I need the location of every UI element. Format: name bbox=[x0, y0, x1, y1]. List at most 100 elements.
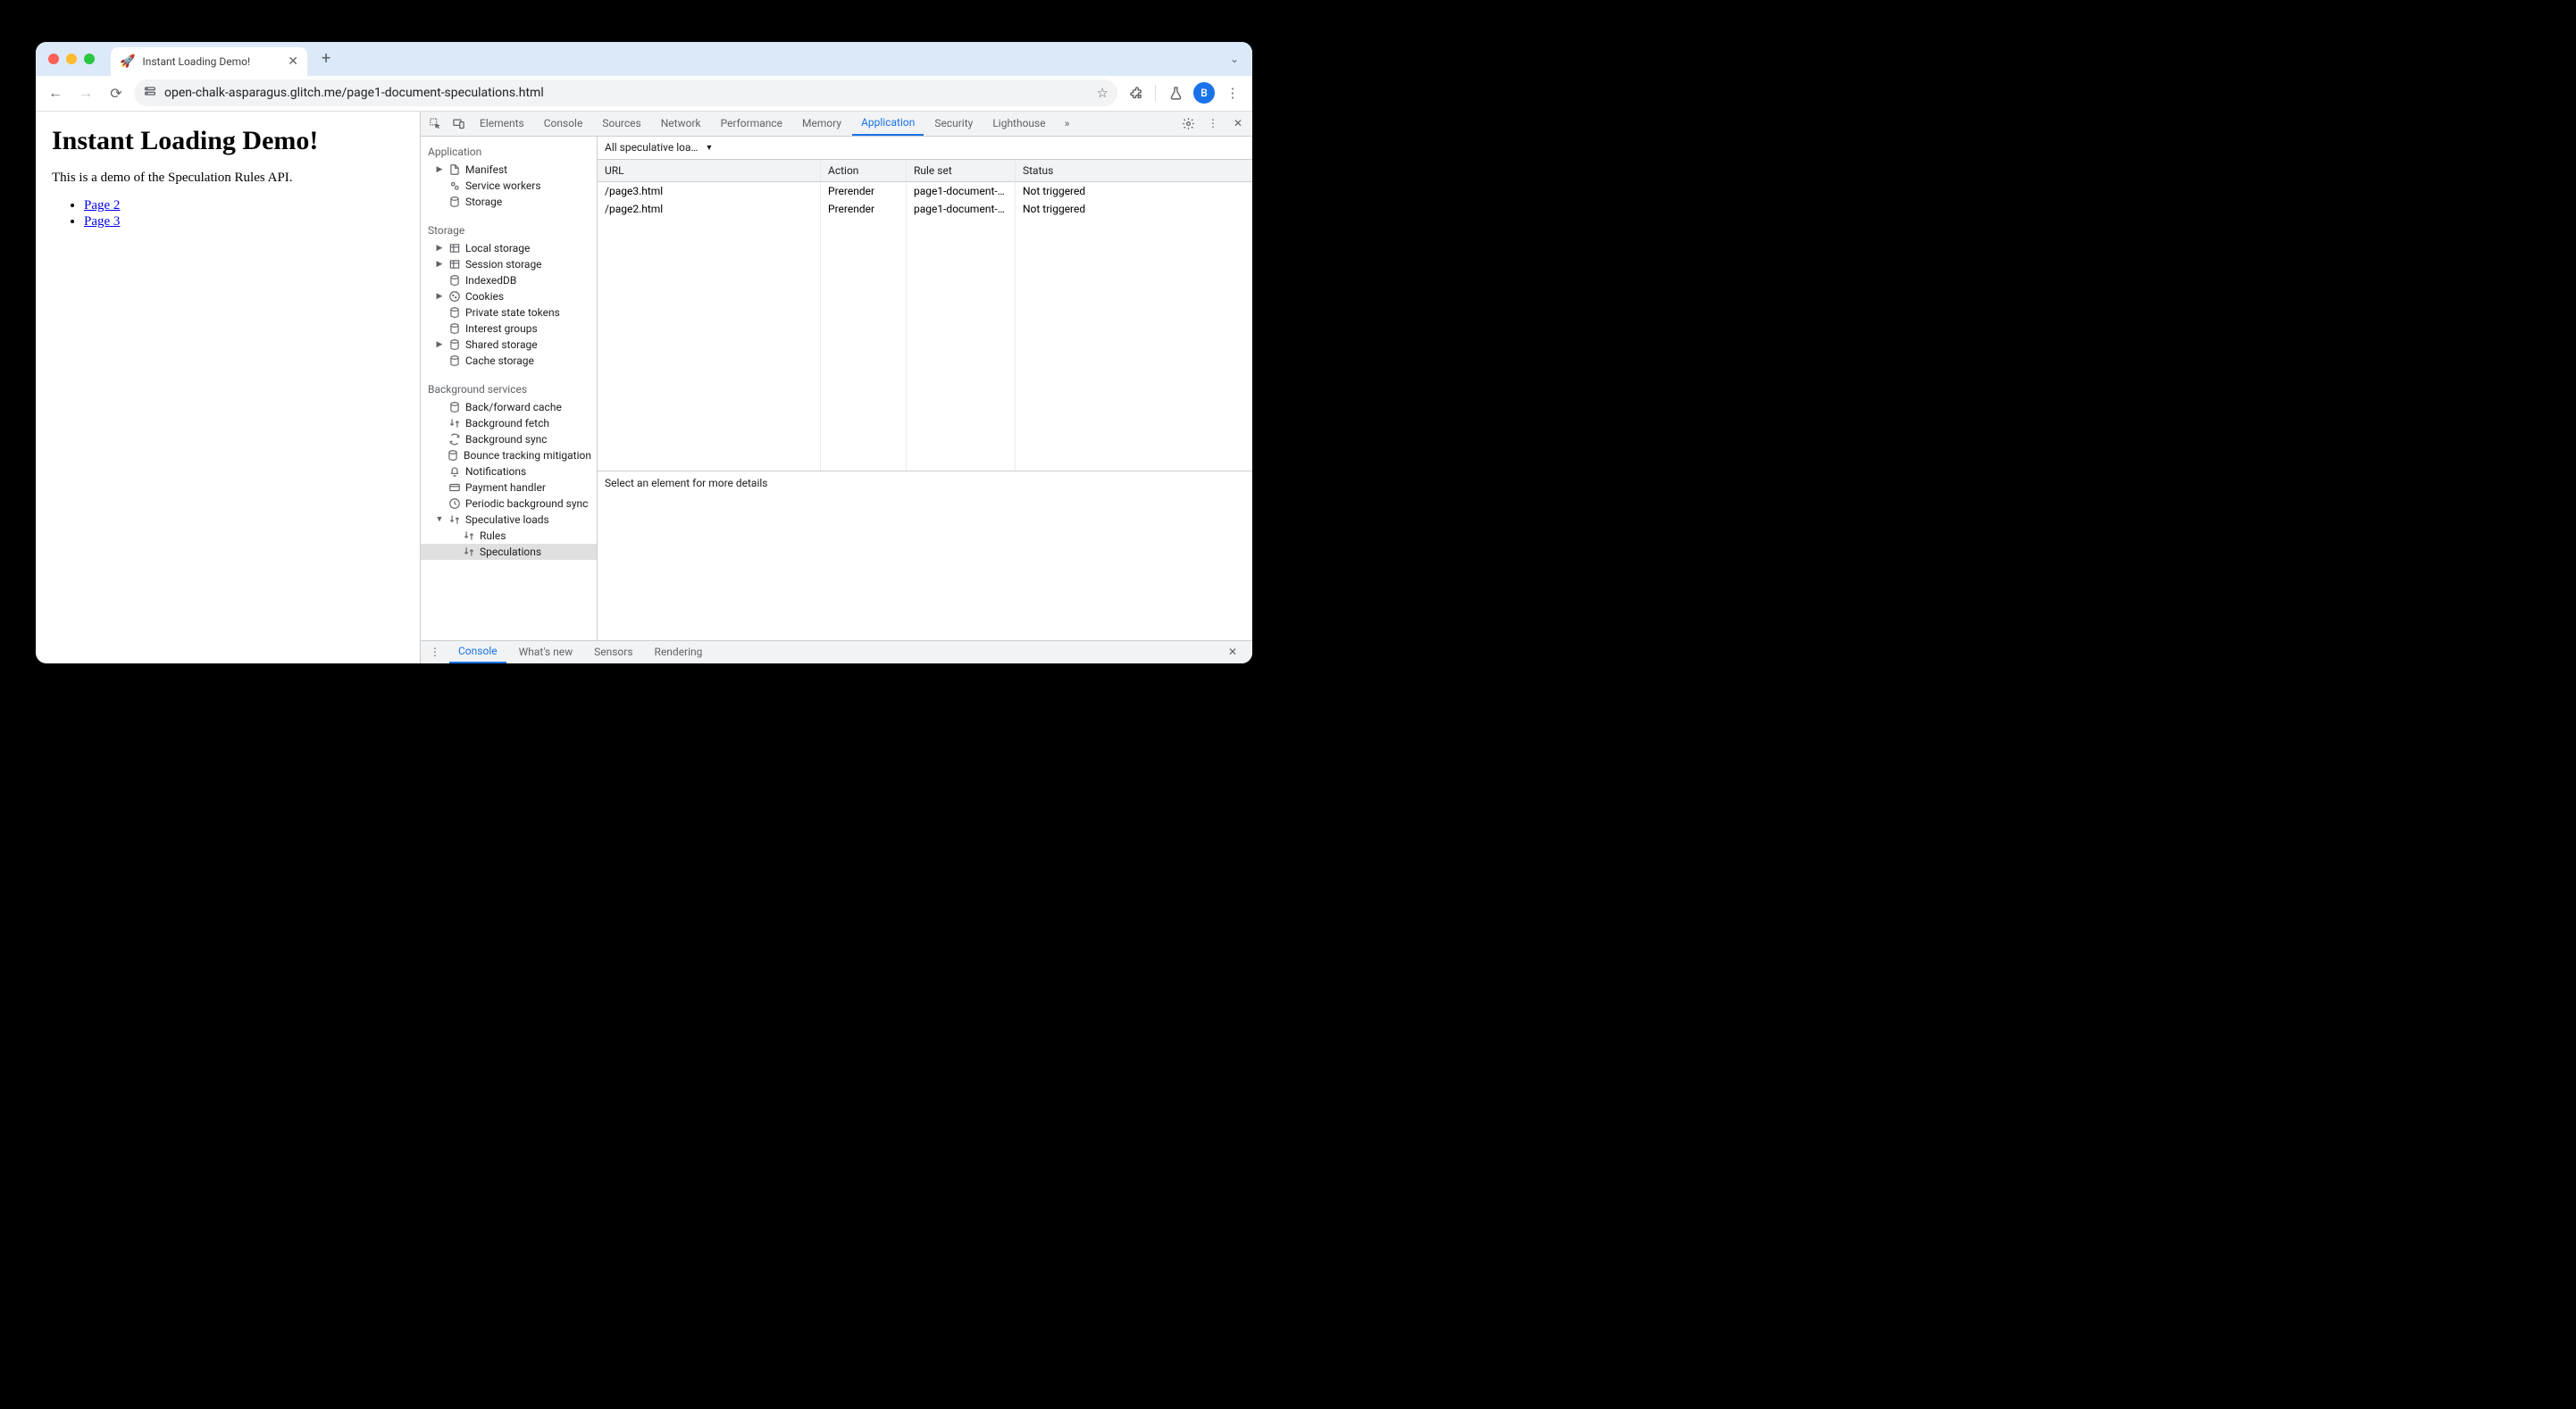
table-cell-status[interactable]: Not triggered bbox=[1016, 200, 1252, 218]
table-icon bbox=[448, 258, 461, 271]
devtools-tab-memory[interactable]: Memory bbox=[793, 112, 850, 137]
bookmark-icon[interactable]: ☆ bbox=[1097, 85, 1108, 101]
devtools-close-icon[interactable]: ✕ bbox=[1227, 113, 1249, 134]
sidebar-item-manifest[interactable]: ▶ Manifest bbox=[421, 162, 597, 178]
application-main: All speculative loa… ▼ URL Action Rule s… bbox=[598, 137, 1252, 640]
sidebar-item-local-storage[interactable]: ▶Local storage bbox=[421, 240, 597, 256]
devtools-body: Application ▶ Manifest ▶ Service workers… bbox=[421, 137, 1252, 640]
devtools-tab-performance[interactable]: Performance bbox=[712, 112, 791, 137]
sidebar-item-bounce-tracking[interactable]: ▶Bounce tracking mitigation bbox=[421, 447, 597, 463]
devtools-menu-icon[interactable]: ⋮ bbox=[1202, 113, 1224, 134]
table-cell-action[interactable]: Prerender bbox=[821, 200, 907, 218]
page-link[interactable]: Page 2 bbox=[84, 198, 120, 213]
sidebar-item-shared-storage[interactable]: ▶Shared storage bbox=[421, 337, 597, 353]
site-info-icon[interactable] bbox=[143, 84, 157, 102]
sidebar-item-indexeddb[interactable]: ▶IndexedDB bbox=[421, 272, 597, 288]
sidebar-item-session-storage[interactable]: ▶Session storage bbox=[421, 256, 597, 272]
drawer-tab-console[interactable]: Console bbox=[449, 640, 506, 663]
sidebar-item-speculative-loads[interactable]: ▼ Speculative loads bbox=[421, 512, 597, 528]
reload-button[interactable]: ⟳ bbox=[104, 80, 129, 105]
omnibox[interactable]: open-chalk-asparagus.glitch.me/page1-doc… bbox=[134, 79, 1117, 106]
chrome-menu-icon[interactable]: ⋮ bbox=[1220, 80, 1245, 105]
sidebar-item-periodic-sync[interactable]: ▶Periodic background sync bbox=[421, 496, 597, 512]
content-area: Instant Loading Demo! This is a demo of … bbox=[36, 112, 1252, 663]
drawer-close-icon[interactable]: ✕ bbox=[1222, 641, 1243, 663]
extensions-icon[interactable] bbox=[1123, 80, 1148, 105]
devtools-tab-network[interactable]: Network bbox=[652, 112, 710, 137]
back-button[interactable]: ← bbox=[43, 80, 68, 105]
sidebar-item-label: Background sync bbox=[465, 433, 548, 446]
table-cell-url[interactable]: /page2.html bbox=[598, 200, 821, 218]
devtools-tab-console[interactable]: Console bbox=[535, 112, 592, 137]
maximize-window-button[interactable] bbox=[84, 54, 95, 64]
file-icon bbox=[448, 163, 461, 176]
close-window-button[interactable] bbox=[48, 54, 59, 64]
sidebar-item-speculations[interactable]: ▶Speculations bbox=[421, 544, 597, 560]
table-header-ruleset[interactable]: Rule set bbox=[907, 160, 1016, 182]
table-header-action[interactable]: Action bbox=[821, 160, 907, 182]
sidebar-item-bfcache[interactable]: ▶Back/forward cache bbox=[421, 399, 597, 415]
database-icon bbox=[448, 306, 461, 319]
database-icon bbox=[448, 322, 461, 335]
table-header-url[interactable]: URL bbox=[598, 160, 821, 182]
forward-button[interactable]: → bbox=[73, 80, 98, 105]
database-icon bbox=[448, 274, 461, 287]
devtools-tab-sources[interactable]: Sources bbox=[593, 112, 649, 137]
sidebar-item-background-sync[interactable]: ▶Background sync bbox=[421, 431, 597, 447]
sidebar-item-notifications[interactable]: ▶Notifications bbox=[421, 463, 597, 479]
minimize-window-button[interactable] bbox=[66, 54, 77, 64]
tab-search-button[interactable]: ⌄ bbox=[1224, 48, 1245, 70]
sidebar-item-background-fetch[interactable]: ▶Background fetch bbox=[421, 415, 597, 431]
sidebar-item-cookies[interactable]: ▶Cookies bbox=[421, 288, 597, 304]
transfer-icon bbox=[463, 529, 475, 542]
sidebar-item-label: Interest groups bbox=[465, 322, 538, 335]
sidebar-item-service-workers[interactable]: ▶ Service workers bbox=[421, 178, 597, 194]
devtools-tab-security[interactable]: Security bbox=[925, 112, 982, 137]
new-tab-button[interactable]: + bbox=[314, 49, 338, 68]
sidebar-item-label: IndexedDB bbox=[465, 274, 516, 287]
browser-tab[interactable]: 🚀 Instant Loading Demo! ✕ bbox=[111, 47, 307, 76]
sidebar-item-label: Private state tokens bbox=[465, 306, 560, 319]
labs-icon[interactable] bbox=[1163, 80, 1188, 105]
sidebar-item-storage[interactable]: ▶ Storage bbox=[421, 194, 597, 210]
sidebar-item-cache-storage[interactable]: ▶Cache storage bbox=[421, 353, 597, 369]
filter-bar: All speculative loa… ▼ bbox=[598, 137, 1252, 160]
devtools-tab-elements[interactable]: Elements bbox=[471, 112, 533, 137]
profile-avatar[interactable]: B bbox=[1193, 82, 1215, 104]
address-bar: ← → ⟳ open-chalk-asparagus.glitch.me/pag… bbox=[36, 76, 1252, 112]
drawer-tab-rendering[interactable]: Rendering bbox=[646, 640, 712, 663]
sidebar-section-storage: Storage bbox=[421, 219, 597, 240]
sidebar-item-interest-groups[interactable]: ▶Interest groups bbox=[421, 321, 597, 337]
devtools-drawer: ⋮ Console What's new Sensors Rendering ✕ bbox=[421, 640, 1252, 663]
inspect-element-icon[interactable] bbox=[424, 113, 446, 134]
sidebar-item-payment-handler[interactable]: ▶Payment handler bbox=[421, 479, 597, 496]
sidebar-item-label: Speculative loads bbox=[465, 513, 549, 526]
table-cell-action[interactable]: Prerender bbox=[821, 182, 907, 200]
devtools-settings-icon[interactable] bbox=[1177, 113, 1199, 134]
sidebar-item-private-state-tokens[interactable]: ▶Private state tokens bbox=[421, 304, 597, 321]
collapse-arrow-icon: ▼ bbox=[435, 514, 444, 524]
table-header-status[interactable]: Status bbox=[1016, 160, 1252, 182]
drawer-menu-icon[interactable]: ⋮ bbox=[424, 641, 446, 663]
devtools-tab-application[interactable]: Application bbox=[852, 112, 924, 137]
transfer-icon bbox=[463, 546, 475, 558]
table-empty-area bbox=[598, 218, 1252, 471]
table-cell-url[interactable]: /page3.html bbox=[598, 182, 821, 200]
close-tab-icon[interactable]: ✕ bbox=[288, 54, 298, 69]
sidebar-item-rules[interactable]: ▶Rules bbox=[421, 528, 597, 544]
devtools-tab-lighthouse[interactable]: Lighthouse bbox=[983, 112, 1054, 137]
database-icon bbox=[448, 354, 461, 367]
speculation-filter-dropdown[interactable]: All speculative loa… ▼ bbox=[605, 141, 713, 154]
table-cell-status[interactable]: Not triggered bbox=[1016, 182, 1252, 200]
drawer-tab-sensors[interactable]: Sensors bbox=[585, 640, 641, 663]
table-cell-ruleset[interactable]: page1-document-… bbox=[907, 182, 1016, 200]
sidebar-item-label: Shared storage bbox=[465, 338, 538, 351]
speculation-table: URL Action Rule set Status /page3.html P… bbox=[598, 160, 1252, 471]
page-link[interactable]: Page 3 bbox=[84, 214, 120, 229]
drawer-tab-whatsnew[interactable]: What's new bbox=[510, 640, 582, 663]
device-toolbar-icon[interactable] bbox=[447, 113, 469, 134]
tab-favicon-icon: 🚀 bbox=[120, 54, 135, 69]
expand-arrow-icon: ▶ bbox=[435, 165, 444, 174]
table-cell-ruleset[interactable]: page1-document-… bbox=[907, 200, 1016, 218]
more-tabs-icon[interactable]: » bbox=[1057, 113, 1078, 134]
